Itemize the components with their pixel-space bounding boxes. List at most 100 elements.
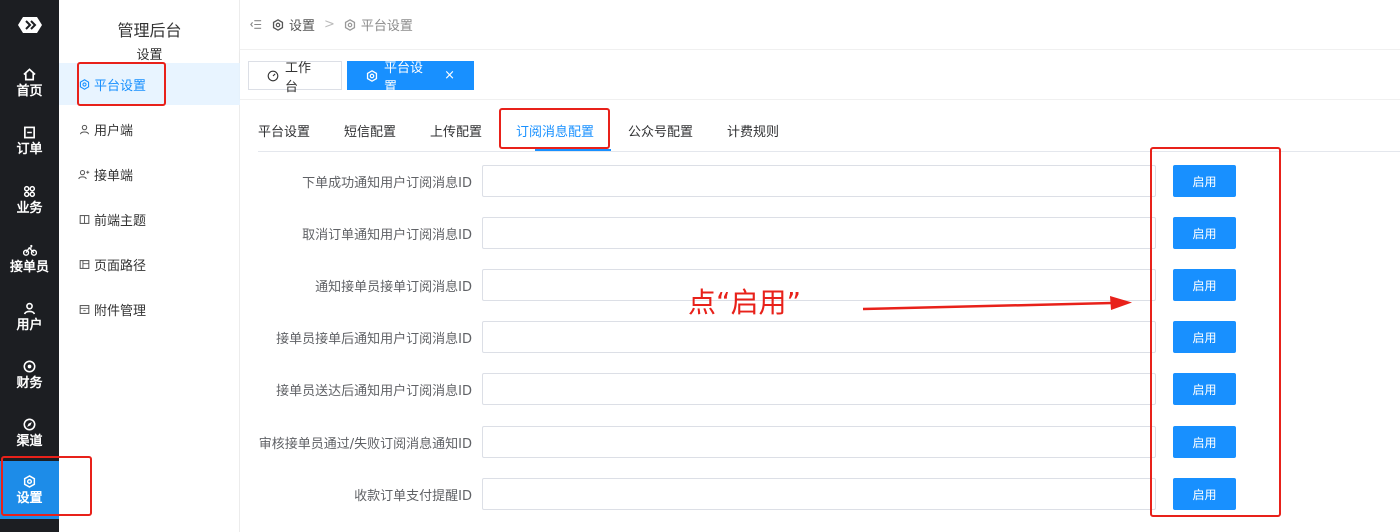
gear-icon: [78, 78, 90, 90]
main-content: 平台设置 短信配置 上传配置 订阅消息配置 公众号配置 计费规则 下单成功通知用…: [240, 100, 1400, 532]
open-tabs-bar: 工作台 平台设置 ×: [240, 50, 1400, 100]
breadcrumb-item-platform-settings: 平台设置: [360, 19, 413, 34]
enable-button[interactable]: 启用: [1173, 165, 1236, 197]
rail-item-users[interactable]: 用户: [0, 288, 59, 346]
user-icon: [23, 301, 37, 315]
gear-icon: [344, 18, 356, 31]
menu-fold-icon[interactable]: [250, 19, 262, 31]
layout-icon: [78, 258, 90, 270]
form-row: 接单员接单后通知用户订阅消息ID 启用: [240, 321, 1400, 353]
form-row: 接单员送达后通知用户订阅消息ID 启用: [240, 373, 1400, 405]
form-row: 取消订单通知用户订阅消息ID 启用: [240, 217, 1400, 249]
tag-label: 平台设置: [384, 60, 424, 95]
tab-upload-config[interactable]: 上传配置: [430, 122, 482, 152]
active-tab-indicator: [535, 149, 611, 151]
rail-item-home[interactable]: 首页: [0, 54, 59, 112]
submenu-item-courier-side[interactable]: 接单端: [59, 153, 240, 195]
close-icon[interactable]: ×: [444, 69, 455, 82]
submenu-section-title: 设置: [136, 48, 163, 63]
enable-button[interactable]: 启用: [1173, 478, 1236, 510]
rail-item-channels[interactable]: 渠道: [0, 404, 59, 462]
submenu-item-user-side[interactable]: 用户端: [59, 108, 240, 150]
rail-item-orders[interactable]: 订单: [0, 112, 59, 170]
tab-billing-rules[interactable]: 计费规则: [727, 122, 779, 152]
rail-item-label: 渠道: [16, 434, 43, 449]
submenu-item-label: 平台设置: [94, 78, 147, 94]
form-label: 通知接单员接单订阅消息ID: [315, 280, 472, 295]
user-plus-icon: [78, 168, 90, 180]
submenu-item-label: 页面路径: [94, 258, 147, 274]
user-icon: [78, 123, 90, 135]
form-label: 接单员接单后通知用户订阅消息ID: [276, 332, 472, 347]
rail-item-business[interactable]: 业务: [0, 171, 59, 229]
rail-item-finance[interactable]: 财务: [0, 346, 59, 404]
submenu-item-attachments[interactable]: 附件管理: [59, 288, 240, 330]
rail-item-label: 业务: [16, 201, 43, 216]
delivered-notify-user-template-id-input[interactable]: [482, 373, 1156, 405]
rail-item-label: 设置: [16, 491, 43, 506]
submenu-item-label: 接单端: [94, 168, 134, 184]
enable-button[interactable]: 启用: [1173, 269, 1236, 301]
order-icon: [23, 125, 37, 139]
enable-button[interactable]: 启用: [1173, 321, 1236, 353]
rail-item-couriers[interactable]: 接单员: [0, 230, 59, 288]
command-icon: [23, 184, 37, 198]
tab-sms-config[interactable]: 短信配置: [344, 122, 396, 152]
form-row: 收款订单支付提醒ID 启用: [240, 478, 1400, 510]
config-tabs: 平台设置 短信配置 上传配置 订阅消息配置 公众号配置 计费规则: [258, 122, 1400, 152]
header-bar: 设置 > 平台设置: [240, 0, 1400, 50]
form-row: 下单成功通知用户订阅消息ID 启用: [240, 165, 1400, 197]
tab-subscription-message-config[interactable]: 订阅消息配置: [516, 122, 594, 152]
form-label: 收款订单支付提醒ID: [354, 489, 472, 504]
enable-button[interactable]: 启用: [1173, 217, 1236, 249]
gear-icon: [272, 18, 284, 31]
gear-icon: [23, 474, 37, 488]
settings-submenu: 管理后台 设置 平台设置 用户端 接单端 前端主题 页面路径 附件管理: [59, 0, 240, 532]
courier-review-result-template-id-input[interactable]: [482, 426, 1156, 458]
archive-icon: [78, 303, 90, 315]
form-row: 审核接单员通过/失败订阅消息通知ID 启用: [240, 426, 1400, 458]
form-label: 下单成功通知用户订阅消息ID: [302, 176, 472, 191]
enable-button[interactable]: 启用: [1173, 426, 1236, 458]
tag-platform-settings[interactable]: 平台设置 ×: [347, 61, 474, 95]
form-row: 通知接单员接单订阅消息ID 启用: [240, 269, 1400, 301]
submenu-item-label: 前端主题: [94, 213, 147, 229]
submenu-item-label: 用户端: [94, 123, 134, 139]
submenu-item-page-paths[interactable]: 页面路径: [59, 243, 240, 285]
app-title: 管理后台: [117, 21, 182, 40]
form-label: 审核接单员通过/失败订阅消息通知ID: [258, 437, 472, 452]
submenu-item-label: 附件管理: [94, 303, 147, 319]
tab-platform-settings[interactable]: 平台设置: [258, 122, 310, 152]
submenu-item-frontend-theme[interactable]: 前端主题: [59, 198, 240, 240]
breadcrumb-separator: >: [324, 17, 335, 32]
after-accept-notify-user-template-id-input[interactable]: [482, 321, 1156, 353]
book-icon: [78, 213, 90, 225]
logo-icon[interactable]: [0, 12, 59, 38]
breadcrumb-item-settings[interactable]: 设置: [289, 15, 315, 34]
tag-workbench[interactable]: 工作台: [248, 61, 342, 95]
rail-item-label: 用户: [16, 318, 43, 333]
submenu-item-platform-settings[interactable]: 平台设置: [59, 63, 240, 105]
tag-label: 工作台: [285, 60, 312, 95]
form-label: 接单员送达后通知用户订阅消息ID: [276, 384, 472, 399]
app-root: 首页 订单 业务 接单员 用户 财务 渠道 设置 管理后台 设置 平台设置 用户…: [0, 0, 1400, 532]
courier-accept-notify-template-id-input[interactable]: [482, 269, 1156, 301]
main-nav-rail: 首页 订单 业务 接单员 用户 财务 渠道 设置: [0, 0, 59, 532]
rail-item-label: 财务: [16, 376, 43, 391]
home-icon: [23, 67, 37, 81]
enable-button[interactable]: 启用: [1173, 373, 1236, 405]
rail-item-settings[interactable]: 设置: [0, 461, 59, 519]
rail-item-label: 接单员: [9, 260, 49, 275]
form-label: 取消订单通知用户订阅消息ID: [302, 228, 472, 243]
bicycle-icon: [22, 243, 37, 257]
gear-icon: [366, 69, 378, 82]
payment-reminder-template-id-input[interactable]: [482, 478, 1156, 510]
breadcrumb: 设置 > 平台设置: [272, 15, 413, 34]
tab-official-account-config[interactable]: 公众号配置: [628, 122, 693, 152]
compass-icon: [23, 417, 37, 431]
finance-icon: [23, 359, 37, 373]
dashboard-icon: [267, 70, 279, 82]
cancel-order-template-id-input[interactable]: [482, 217, 1156, 249]
rail-item-label: 订单: [16, 142, 43, 157]
order-success-template-id-input[interactable]: [482, 165, 1156, 197]
